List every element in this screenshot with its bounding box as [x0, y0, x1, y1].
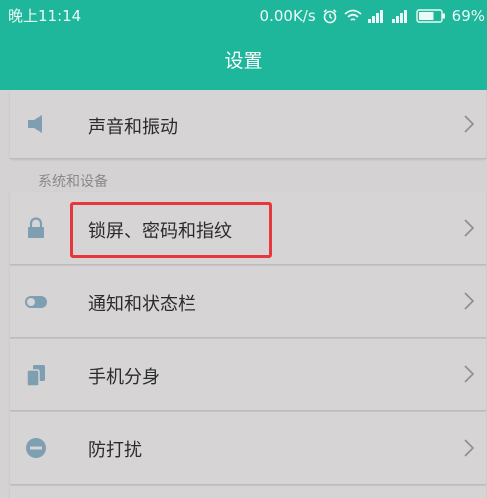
chevron-right-icon	[464, 365, 475, 383]
chevron-right-icon	[464, 439, 475, 457]
signal-icon	[367, 9, 386, 23]
dual-phone-icon	[24, 363, 48, 387]
wifi-icon	[344, 9, 362, 23]
alarm-icon	[322, 8, 338, 24]
settings-item-label: 防打扰	[88, 440, 142, 461]
settings-item-notifications[interactable]: 通知和状态栏	[10, 266, 486, 338]
network-speed: 0.00K/s	[259, 7, 316, 25]
do-not-disturb-icon	[24, 436, 48, 460]
lock-icon	[24, 216, 48, 240]
status-time: 晚上11:14	[8, 7, 82, 25]
settings-item-dnd[interactable]: 防打扰	[10, 412, 486, 485]
section-header: 系统和设备	[38, 174, 108, 190]
app-bar: 设置	[0, 32, 487, 90]
battery-percent: 69%	[451, 7, 485, 25]
settings-item-dual-apps[interactable]: 手机分身	[10, 339, 486, 411]
settings-item-label: 声音和振动	[88, 117, 178, 138]
settings-item-label: 手机分身	[88, 367, 160, 388]
chevron-right-icon	[464, 219, 475, 237]
status-right: 0.00K/s 69%	[260, 0, 485, 32]
highlight-box	[70, 202, 272, 258]
signal-icon	[391, 9, 410, 23]
chevron-right-icon	[464, 115, 475, 133]
page-title: 设置	[224, 50, 263, 72]
settings-item-label: 通知和状态栏	[88, 294, 196, 315]
settings-item-sound[interactable]: 声音和振动	[10, 90, 486, 159]
status-bar: 晚上11:14 0.00K/s 69%	[0, 0, 487, 32]
settings-item-partial[interactable]	[10, 486, 486, 498]
battery-icon	[415, 9, 446, 23]
chevron-right-icon	[464, 292, 475, 310]
toggle-icon	[24, 290, 48, 314]
speaker-icon	[24, 112, 48, 136]
settings-screen: 晚上11:14 0.00K/s 69% 设置 声音和振动 系统和设备 锁屏、密码…	[0, 0, 487, 498]
